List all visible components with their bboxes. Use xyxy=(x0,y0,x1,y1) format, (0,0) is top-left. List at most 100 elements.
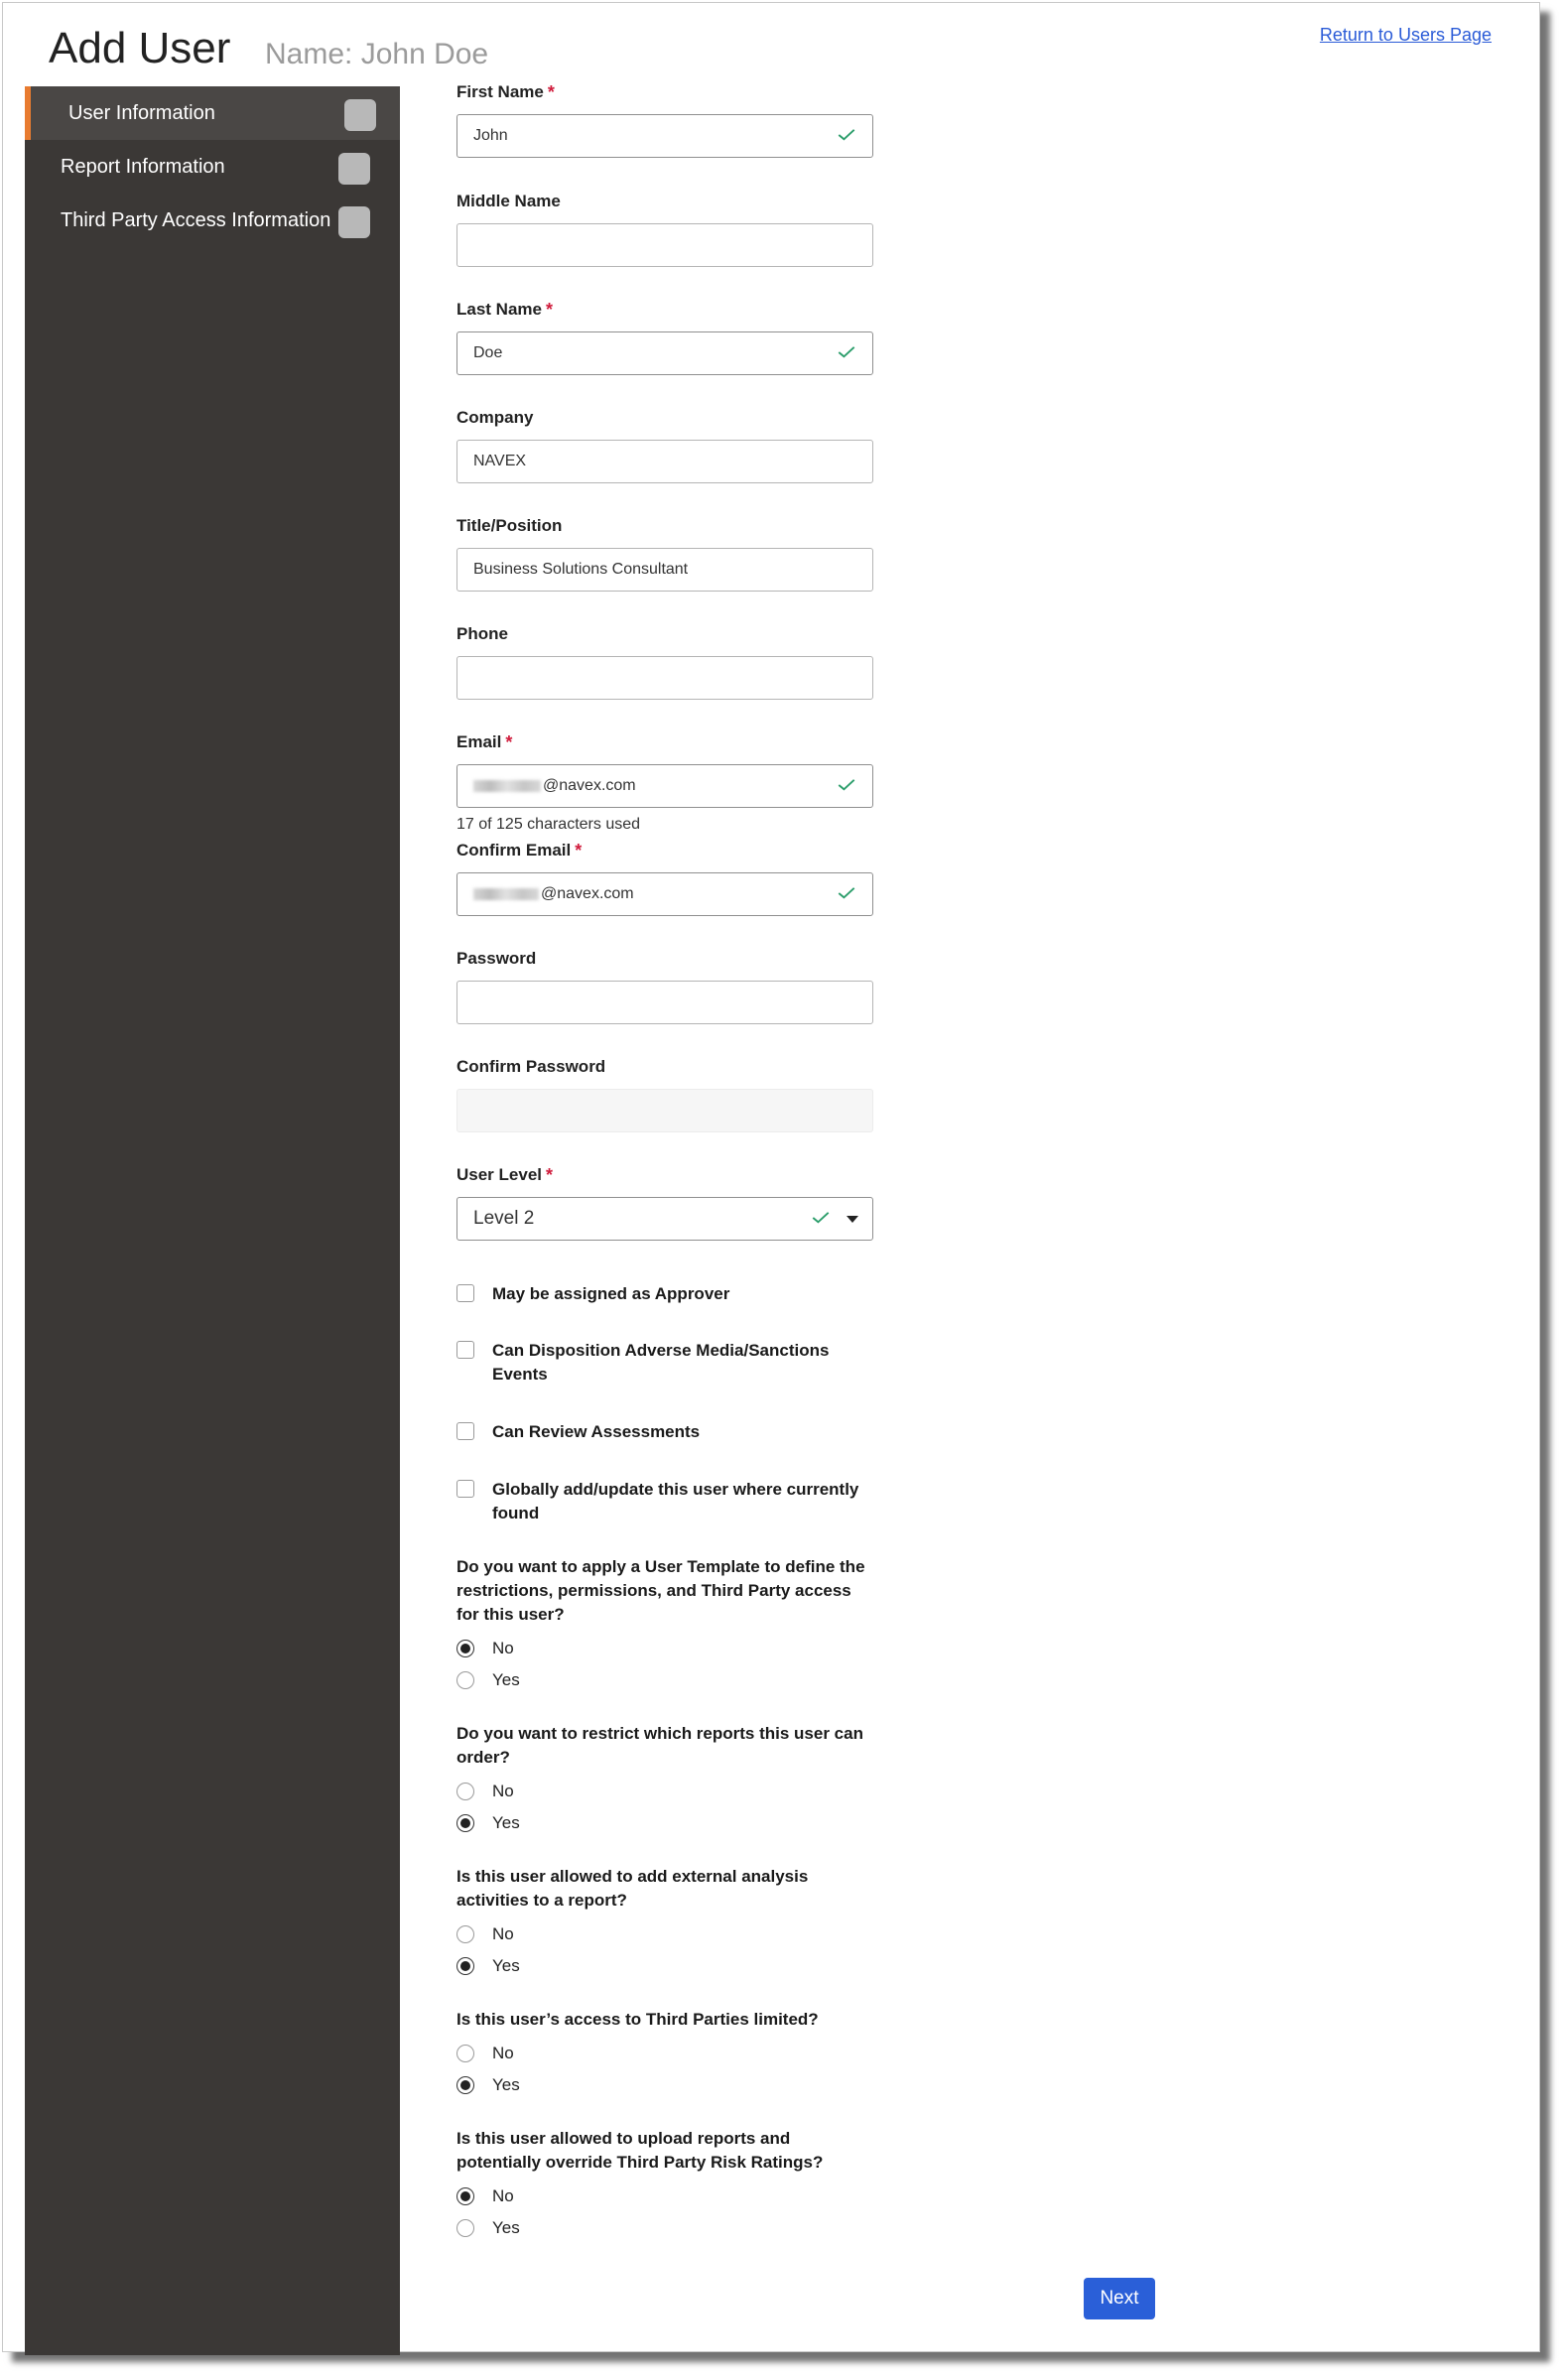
title-position-label: Title/Position xyxy=(456,516,563,535)
confirm-password-input xyxy=(456,1089,873,1132)
redacted-text xyxy=(473,779,541,792)
company-label: Company xyxy=(456,408,534,427)
email-label: Email xyxy=(456,732,502,751)
radio-button[interactable] xyxy=(456,1671,474,1689)
required-marker: * xyxy=(547,82,555,102)
checkbox-label: Can Disposition Adverse Media/Sanctions … xyxy=(492,1341,830,1384)
title-position-input[interactable]: Business Solutions Consultant xyxy=(456,548,873,592)
radio-option-yes[interactable]: Yes xyxy=(456,2069,873,2101)
chevron-down-icon[interactable] xyxy=(847,1216,858,1223)
radio-label: No xyxy=(492,1782,514,1800)
middle-name-group: Middle Name xyxy=(456,190,873,267)
confirm-email-group: Confirm Email * @navex.com xyxy=(456,839,873,916)
step-status-icon xyxy=(344,99,376,131)
page-title: Add User xyxy=(49,24,231,72)
title-position-value: Business Solutions Consultant xyxy=(473,561,689,578)
question-upload-reports-override: Is this user allowed to upload reports a… xyxy=(456,2127,873,2244)
question-text: Is this user allowed to add external ana… xyxy=(456,1867,809,1910)
checkbox-label: Can Review Assessments xyxy=(492,1422,701,1441)
radio-button[interactable] xyxy=(456,1814,474,1832)
checkbox-global-update[interactable]: Globally add/update this user where curr… xyxy=(456,1478,893,1525)
title-position-group: Title/Position Business Solutions Consul… xyxy=(456,514,873,592)
checkbox-label: May be assigned as Approver xyxy=(492,1284,730,1303)
radio-option-no[interactable]: No xyxy=(456,1776,873,1807)
first-name-group: First Name * John xyxy=(456,80,873,158)
question-text: Do you want to restrict which reports th… xyxy=(456,1724,863,1767)
email-input[interactable]: @navex.com xyxy=(456,764,873,808)
checkbox-box[interactable] xyxy=(456,1284,474,1302)
email-value-domain: @navex.com xyxy=(543,777,636,794)
radio-option-yes[interactable]: Yes xyxy=(456,2212,873,2244)
confirm-email-input[interactable]: @navex.com xyxy=(456,872,873,916)
valid-check-icon xyxy=(812,1212,830,1224)
radio-button[interactable] xyxy=(456,1783,474,1800)
radio-option-no[interactable]: No xyxy=(456,2181,873,2212)
radio-button[interactable] xyxy=(456,2045,474,2062)
radio-option-no[interactable]: No xyxy=(456,1633,873,1664)
company-input[interactable]: NAVEX xyxy=(456,440,873,483)
phone-input[interactable] xyxy=(456,656,873,700)
radio-button[interactable] xyxy=(456,2219,474,2237)
return-to-users-link[interactable]: Return to Users Page xyxy=(1320,25,1492,46)
sidebar-item-label: User Information xyxy=(68,101,215,124)
radio-button[interactable] xyxy=(456,1640,474,1657)
radio-option-yes[interactable]: Yes xyxy=(456,1807,873,1839)
valid-check-icon xyxy=(838,887,855,899)
first-name-label: First Name xyxy=(456,82,544,101)
question-third-party-access-limited: Is this user’s access to Third Parties l… xyxy=(456,2008,873,2101)
checkbox-box[interactable] xyxy=(456,1341,474,1359)
sidebar-item-third-party-access[interactable]: Third Party Access Information xyxy=(25,194,400,247)
radio-label: Yes xyxy=(492,2075,520,2094)
valid-check-icon xyxy=(838,779,855,791)
required-marker: * xyxy=(546,1165,554,1185)
redacted-text xyxy=(473,887,539,900)
user-level-select[interactable]: Level 2 xyxy=(456,1197,873,1241)
checkbox-review-assessments[interactable]: Can Review Assessments xyxy=(456,1420,893,1444)
sidebar-item-user-information[interactable]: User Information xyxy=(25,86,400,140)
checkbox-disposition-adverse-media[interactable]: Can Disposition Adverse Media/Sanctions … xyxy=(456,1339,893,1387)
radio-option-yes[interactable]: Yes xyxy=(456,1950,873,1982)
required-marker: * xyxy=(575,841,583,860)
radio-button[interactable] xyxy=(456,1957,474,1975)
radio-button[interactable] xyxy=(456,2187,474,2205)
question-text: Is this user allowed to upload reports a… xyxy=(456,2129,824,2172)
confirm-password-group: Confirm Password xyxy=(456,1055,873,1132)
sidebar-item-report-information[interactable]: Report Information xyxy=(25,140,400,194)
radio-label: Yes xyxy=(492,1813,520,1832)
next-button[interactable]: Next xyxy=(1084,2278,1155,2319)
user-name-heading: Name: John Doe xyxy=(265,38,489,70)
password-label: Password xyxy=(456,949,537,968)
checkbox-label: Globally add/update this user where curr… xyxy=(492,1480,859,1522)
radio-button[interactable] xyxy=(456,1925,474,1943)
last-name-group: Last Name * Doe xyxy=(456,298,873,375)
radio-label: No xyxy=(492,2186,514,2205)
question-text: Is this user’s access to Third Parties l… xyxy=(456,2010,819,2029)
company-group: Company NAVEX xyxy=(456,406,873,483)
radio-button[interactable] xyxy=(456,2076,474,2094)
radio-option-no[interactable]: No xyxy=(456,2038,873,2069)
checkbox-box[interactable] xyxy=(456,1422,474,1440)
last-name-input[interactable]: Doe xyxy=(456,331,873,375)
first-name-input[interactable]: John xyxy=(456,114,873,158)
question-text: Do you want to apply a User Template to … xyxy=(456,1557,865,1624)
phone-label: Phone xyxy=(456,624,508,643)
middle-name-label: Middle Name xyxy=(456,192,561,210)
user-level-value: Level 2 xyxy=(473,1208,535,1229)
checkbox-box[interactable] xyxy=(456,1480,474,1498)
email-character-count: 17 of 125 characters used xyxy=(456,816,641,833)
phone-group: Phone xyxy=(456,622,873,700)
checkbox-approver[interactable]: May be assigned as Approver xyxy=(456,1282,893,1306)
radio-label: No xyxy=(492,2044,514,2062)
valid-check-icon xyxy=(838,129,855,141)
first-name-value: John xyxy=(473,127,508,144)
password-input[interactable] xyxy=(456,981,873,1024)
required-marker: * xyxy=(505,732,513,752)
required-marker: * xyxy=(545,300,553,320)
step-status-icon xyxy=(338,153,370,185)
last-name-label: Last Name xyxy=(456,300,542,319)
sidebar-nav: User Information Report Information Thir… xyxy=(25,86,400,2355)
radio-option-yes[interactable]: Yes xyxy=(456,1664,873,1696)
radio-option-no[interactable]: No xyxy=(456,1918,873,1950)
radio-label: No xyxy=(492,1639,514,1657)
middle-name-input[interactable] xyxy=(456,223,873,267)
